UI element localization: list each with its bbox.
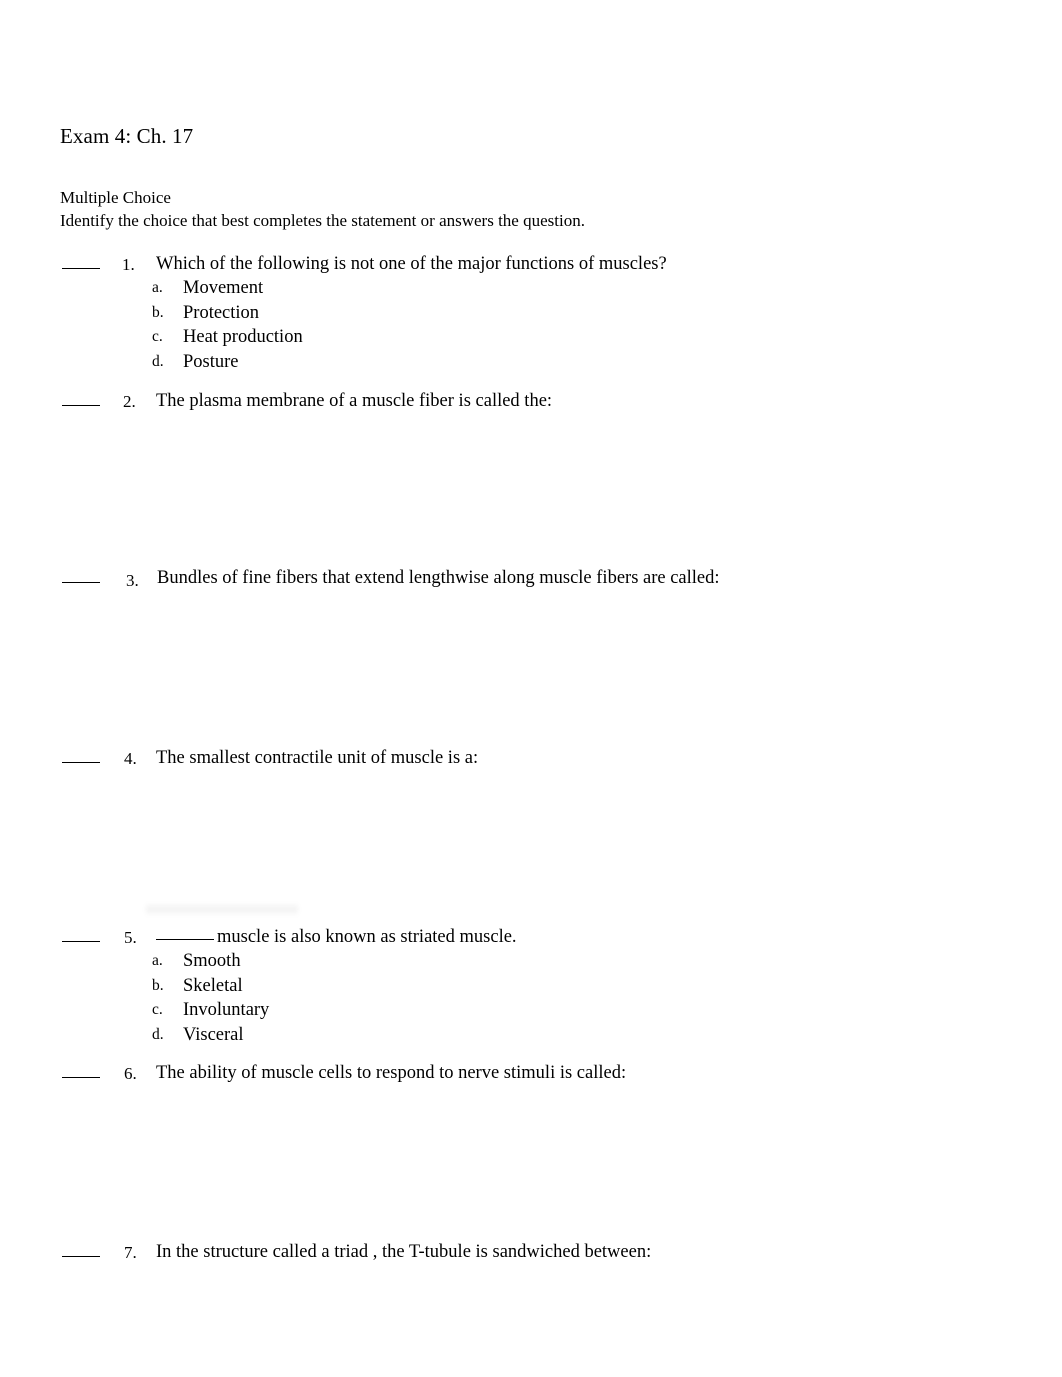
answer-blank-line[interactable] <box>62 762 100 763</box>
option-text: Involuntary <box>183 1000 270 1020</box>
option-letter: c. <box>152 1001 163 1018</box>
option-letter: a. <box>152 952 163 969</box>
option-text: Protection <box>183 302 260 323</box>
option-letter: d. <box>152 352 164 370</box>
option-text: Visceral <box>183 1024 244 1045</box>
question-text: Bundles of fine fibers that extend lengt… <box>157 568 720 588</box>
instructions-line: Identify the choice that best completes … <box>60 211 585 230</box>
option-text: Smooth <box>183 951 241 971</box>
option-letter: a. <box>152 279 163 296</box>
document-page: Exam 4: Ch. 17 Multiple Choice Identify … <box>0 0 1062 1377</box>
question-text: The smallest contractile unit of muscle … <box>156 748 479 768</box>
instructions-block: Multiple Choice Identify the choice that… <box>60 186 585 232</box>
question-text: The ability of muscle cells to respond t… <box>156 1063 627 1083</box>
inline-fill-blank[interactable] <box>156 939 214 940</box>
page-title: Exam 4: Ch. 17 <box>60 124 194 148</box>
question-number: 3. <box>126 571 139 590</box>
option-letter: c. <box>152 328 163 345</box>
option-text: Posture <box>183 351 239 372</box>
question-number: 7. <box>124 1243 137 1262</box>
question-number: 5. <box>124 928 137 947</box>
option-text: Skeletal <box>183 975 243 996</box>
answer-blank-line[interactable] <box>62 1077 100 1078</box>
question-number: 2. <box>123 392 136 411</box>
question-text: muscle is also known as striated muscle. <box>156 924 517 951</box>
answer-blank-line[interactable] <box>62 1256 100 1257</box>
option-text: Heat production <box>183 327 303 347</box>
answer-blank-line[interactable] <box>62 941 100 942</box>
option-text: Movement <box>183 278 264 298</box>
question-text: Which of the following is not one of the… <box>156 254 667 274</box>
question-number: 4. <box>124 749 137 768</box>
option-letter: b. <box>152 303 164 321</box>
answer-blank-line[interactable] <box>62 268 100 269</box>
answer-blank-line[interactable] <box>62 582 100 583</box>
answer-blank-line[interactable] <box>62 405 100 406</box>
scan-artifact-smudge <box>146 903 298 916</box>
option-letter: b. <box>152 976 164 994</box>
question-text-after-blank: muscle is also known as striated muscle. <box>217 927 517 947</box>
question-text: In the structure called a triad , the T-… <box>156 1242 652 1262</box>
question-number: 1. <box>122 255 135 274</box>
option-letter: d. <box>152 1025 164 1043</box>
question-text: The plasma membrane of a muscle fiber is… <box>156 391 553 411</box>
instructions-heading: Multiple Choice <box>60 188 171 207</box>
question-number: 6. <box>124 1064 137 1083</box>
